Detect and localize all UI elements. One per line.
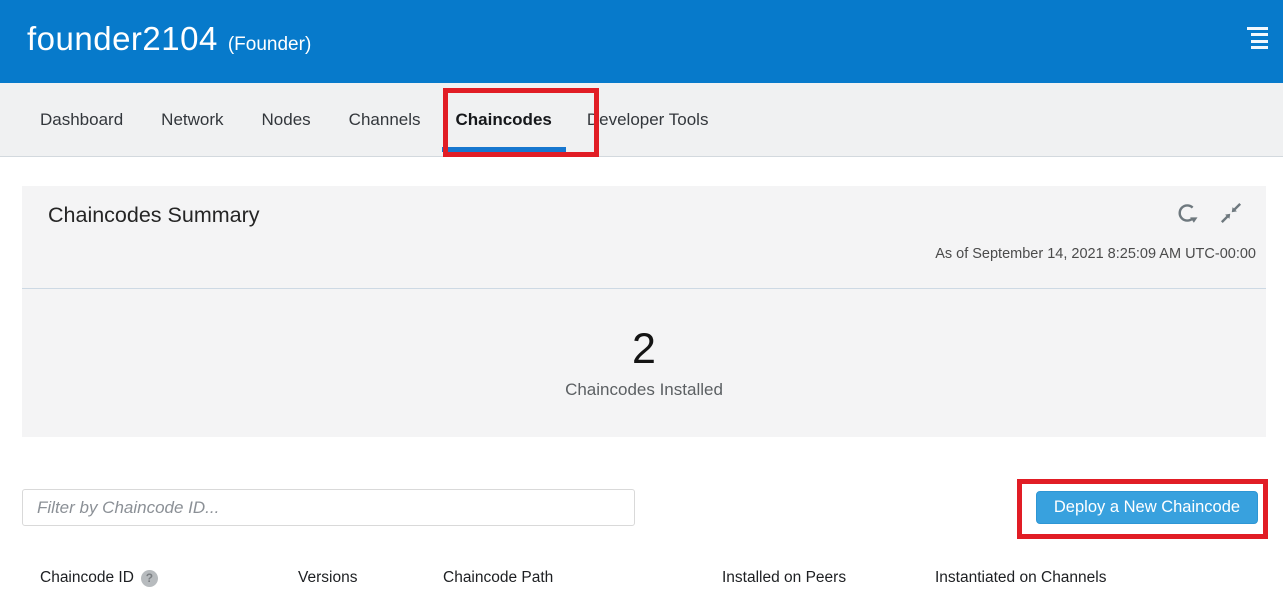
app-header: founder2104 (Founder) — [0, 0, 1283, 83]
tab-developer-tools[interactable]: Developer Tools — [568, 83, 728, 156]
filter-chaincode-input[interactable] — [22, 489, 635, 526]
tab-channels[interactable]: Channels — [330, 83, 440, 156]
column-chaincode-path: Chaincode Path — [443, 569, 553, 587]
app-window: founder2104 (Founder) Dashboard Network N… — [0, 0, 1283, 590]
deploy-chaincode-button[interactable]: Deploy a New Chaincode — [1036, 491, 1258, 524]
instance-title: founder2104 — [27, 20, 218, 57]
column-chaincode-id: Chaincode ID ? — [40, 569, 158, 587]
tab-bar: Dashboard Network Nodes Channels Chainco… — [0, 83, 1283, 157]
instance-role: (Founder) — [228, 34, 311, 55]
tab-nodes[interactable]: Nodes — [243, 83, 330, 156]
instance-title-group: founder2104 (Founder) — [27, 20, 311, 58]
tab-chaincodes[interactable]: Chaincodes — [440, 83, 568, 156]
chaincodes-summary-panel: Chaincodes Summary As of September 14, 2… — [22, 186, 1266, 437]
column-versions: Versions — [298, 569, 357, 587]
column-instantiated-on-channels: Instantiated on Channels — [935, 569, 1106, 587]
hamburger-menu-icon[interactable] — [1247, 27, 1268, 49]
column-chaincode-id-label: Chaincode ID — [40, 569, 134, 587]
refresh-icon[interactable] — [1176, 202, 1198, 224]
table-header-row: Chaincode ID ? Versions Chaincode Path I… — [0, 569, 1283, 590]
column-installed-on-peers: Installed on Peers — [722, 569, 846, 587]
panel-title: Chaincodes Summary — [48, 203, 260, 228]
chaincodes-installed-count: 2 — [632, 327, 656, 372]
tab-dashboard[interactable]: Dashboard — [21, 83, 142, 156]
panel-header: Chaincodes Summary As of September 14, 2… — [22, 186, 1266, 289]
help-icon[interactable]: ? — [141, 570, 158, 587]
collapse-icon[interactable] — [1220, 202, 1242, 224]
chaincodes-installed-label: Chaincodes Installed — [565, 380, 723, 400]
panel-body: 2 Chaincodes Installed — [22, 290, 1266, 437]
tab-network[interactable]: Network — [142, 83, 242, 156]
as-of-timestamp: As of September 14, 2021 8:25:09 AM UTC-… — [935, 246, 1256, 262]
